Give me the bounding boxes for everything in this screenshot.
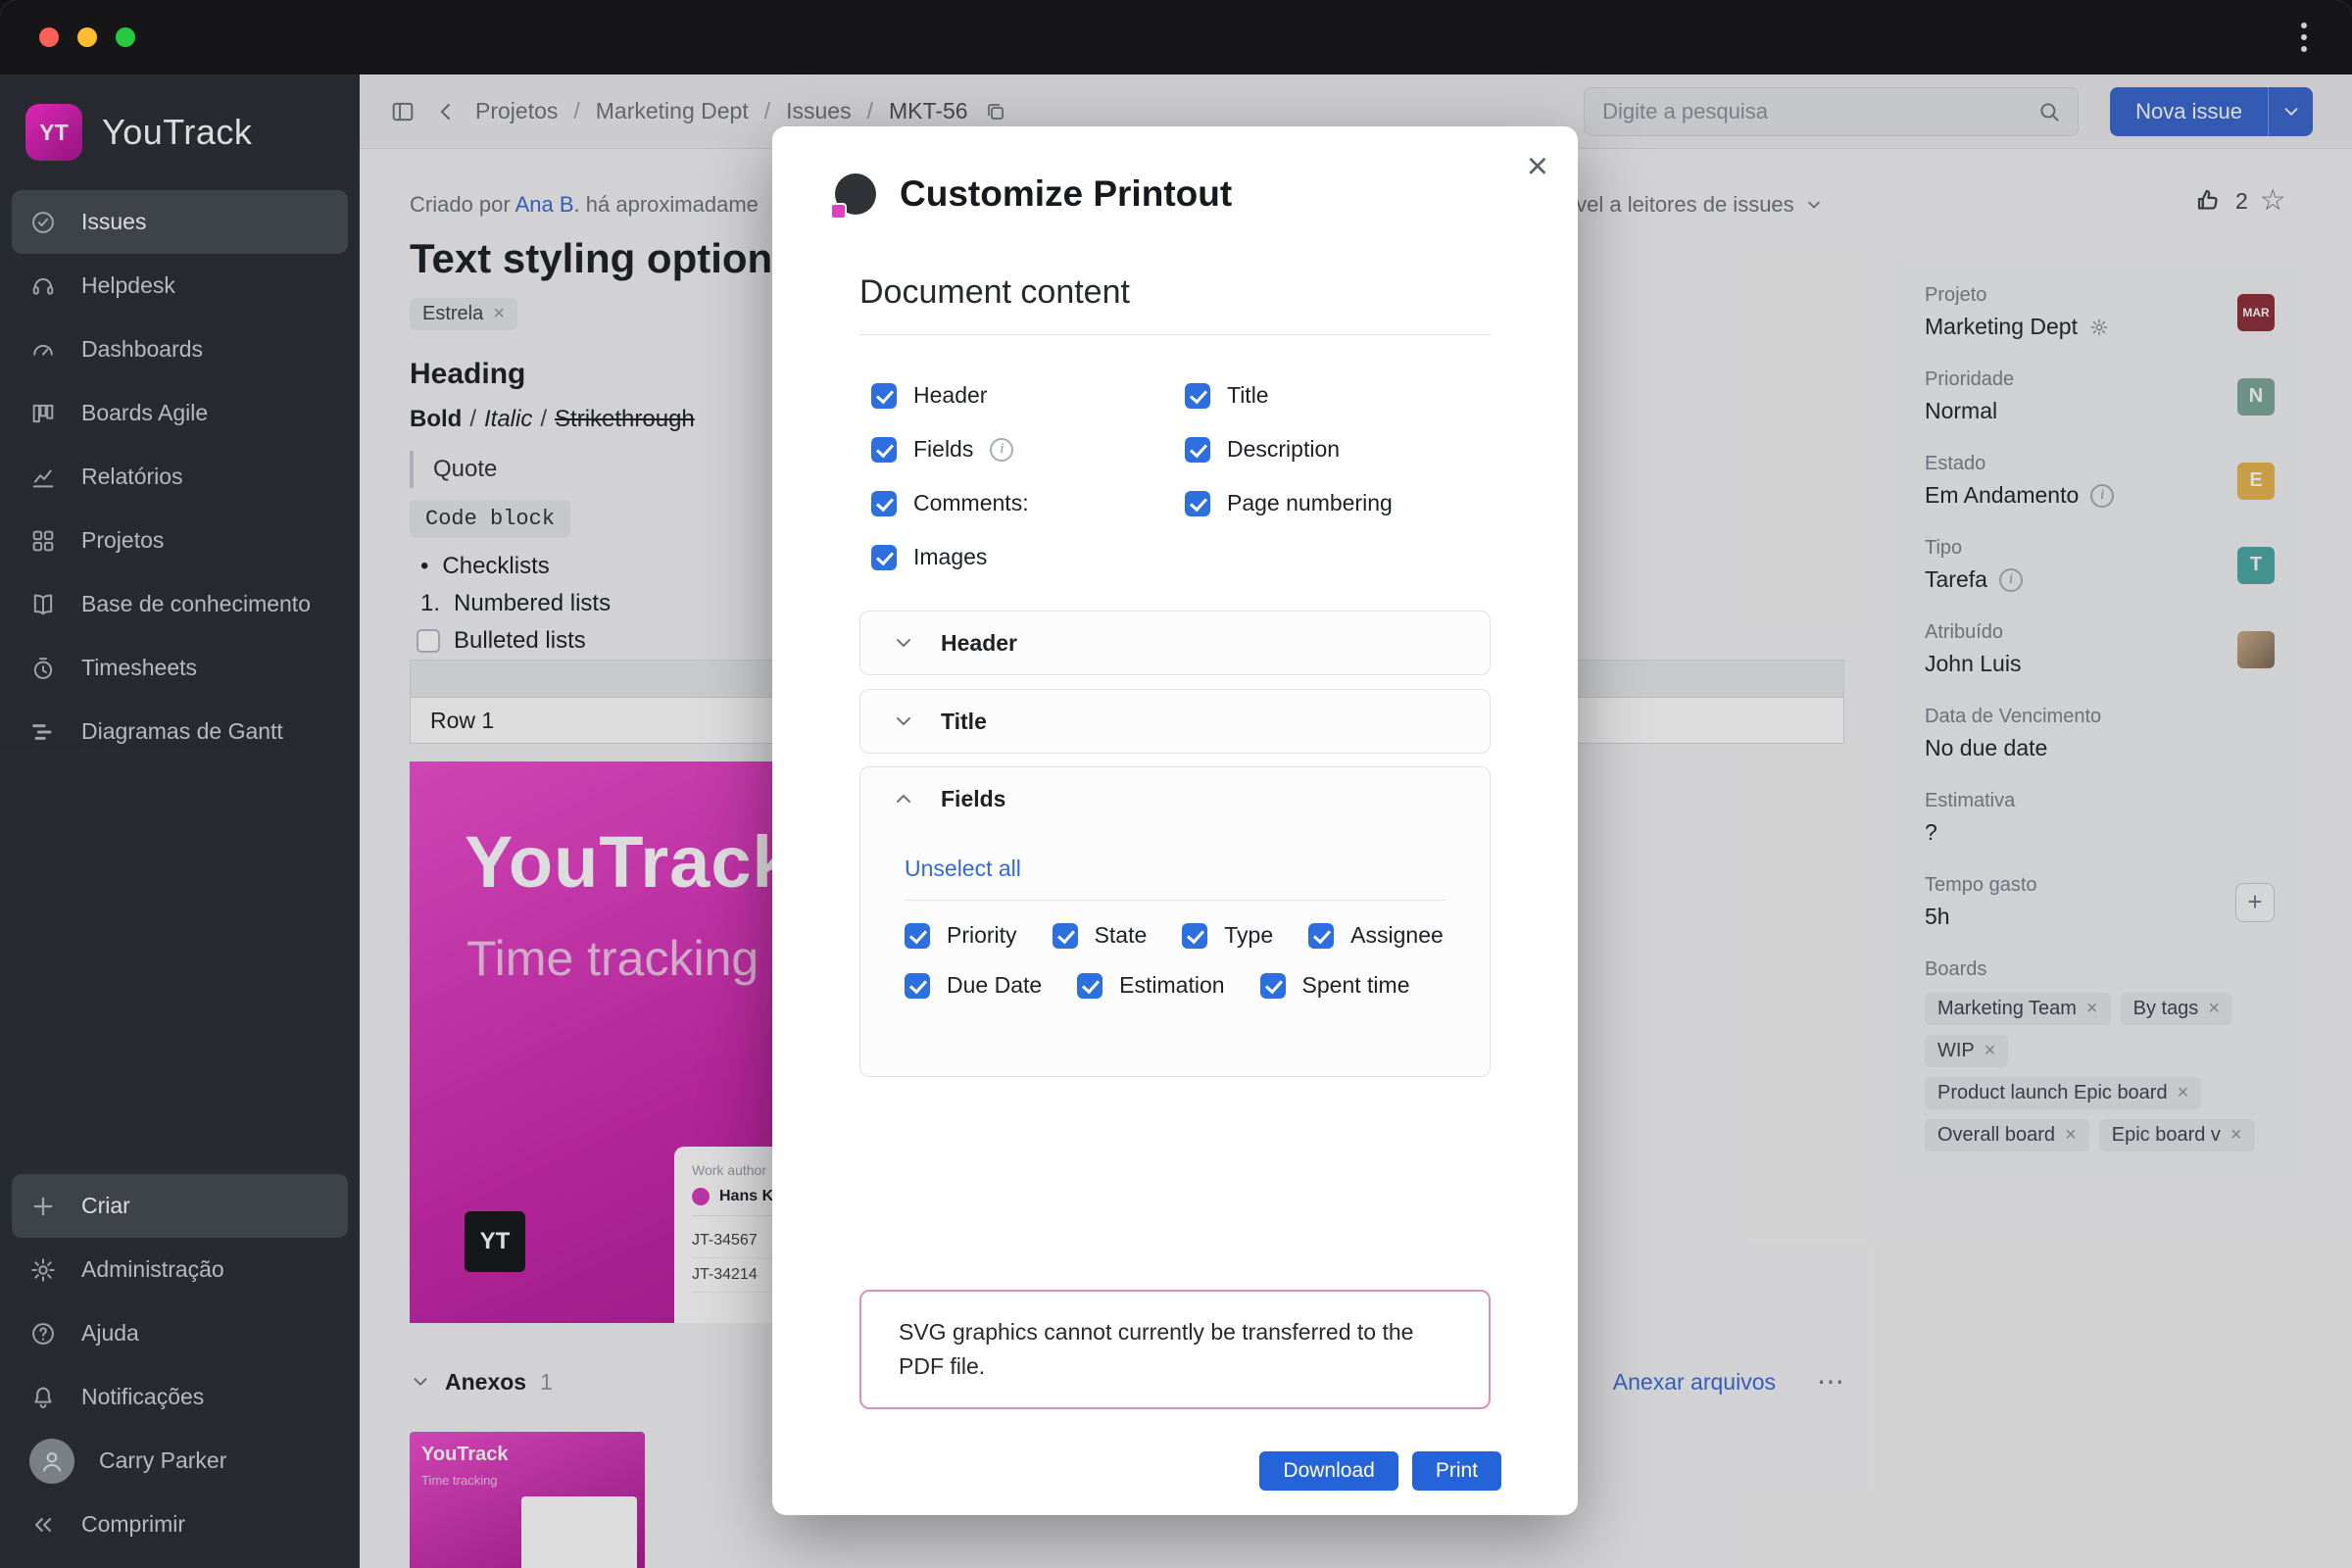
customize-printout-dialog: × Customize Printout Document content He… xyxy=(772,126,1578,1515)
option-label: Images xyxy=(913,544,987,570)
checkbox-spent-time[interactable] xyxy=(1260,973,1286,999)
option-label: Page numbering xyxy=(1227,490,1393,516)
chevron-up-icon xyxy=(892,787,915,810)
kebab-menu-icon[interactable] xyxy=(2295,17,2313,58)
checkbox-type[interactable] xyxy=(1182,923,1207,949)
accordion-header-toggle[interactable]: Header xyxy=(860,612,1490,674)
checkbox-fields[interactable] xyxy=(871,437,897,463)
dialog-title: Customize Printout xyxy=(900,173,1232,215)
window-controls xyxy=(39,27,135,47)
maximize-window-button[interactable] xyxy=(116,27,135,47)
minimize-window-button[interactable] xyxy=(77,27,97,47)
checkbox-assignee[interactable] xyxy=(1308,923,1334,949)
accordion-header-section: Header xyxy=(859,611,1491,675)
option-label: Title xyxy=(1227,382,1269,409)
unselect-all-link[interactable]: Unselect all xyxy=(905,856,1021,882)
accordion-title-toggle[interactable]: Title xyxy=(860,690,1490,753)
svg-warning-message: SVG graphics cannot currently be transfe… xyxy=(859,1290,1491,1409)
close-window-button[interactable] xyxy=(39,27,59,47)
chevron-down-icon xyxy=(892,631,915,655)
document-content-options: Header Title Fieldsi Description Comment… xyxy=(871,368,1393,584)
option-label: Comments: xyxy=(913,490,1029,516)
section-title: Document content xyxy=(859,273,1130,312)
checkbox-description[interactable] xyxy=(1185,437,1210,463)
option-label: Header xyxy=(913,382,987,409)
checkbox-images[interactable] xyxy=(871,545,897,570)
accordion-fields-section: Fields Unselect all Priority State Type … xyxy=(859,766,1491,1077)
print-button[interactable]: Print xyxy=(1412,1451,1501,1491)
option-label: Description xyxy=(1227,436,1340,463)
checkbox-header[interactable] xyxy=(871,383,897,409)
checkbox-comments[interactable] xyxy=(871,491,897,516)
info-icon: i xyxy=(990,438,1013,462)
checkbox-title[interactable] xyxy=(1185,383,1210,409)
checkbox-due-date[interactable] xyxy=(905,973,930,999)
checkbox-estimation[interactable] xyxy=(1077,973,1102,999)
pdf-icon xyxy=(835,173,876,215)
divider xyxy=(905,900,1446,901)
accordion-title-section: Title xyxy=(859,689,1491,754)
checkbox-state[interactable] xyxy=(1053,923,1078,949)
chevron-down-icon xyxy=(892,710,915,733)
checkbox-page-numbering[interactable] xyxy=(1185,491,1210,516)
option-label: Fields xyxy=(913,436,973,463)
section-divider xyxy=(859,334,1491,335)
checkbox-priority[interactable] xyxy=(905,923,930,949)
accordion-fields-toggle[interactable]: Fields xyxy=(860,767,1490,830)
titlebar xyxy=(0,0,2352,74)
close-icon[interactable]: × xyxy=(1527,148,1548,185)
app-window: YT YouTrack Issues Helpdesk Dashboards xyxy=(0,0,2352,1568)
download-button[interactable]: Download xyxy=(1259,1451,1397,1491)
